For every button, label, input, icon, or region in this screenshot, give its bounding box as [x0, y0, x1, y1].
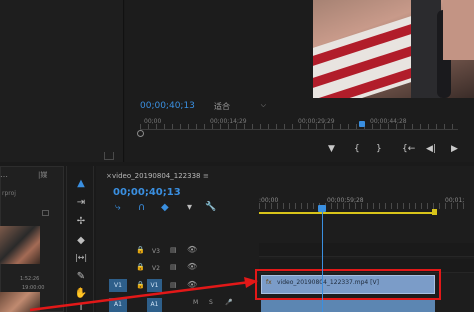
slip-tool-icon[interactable]: |↔| — [74, 253, 88, 262]
audio-clip[interactable] — [261, 298, 435, 312]
timeline-timecode[interactable]: 00;00;40;13 — [113, 187, 181, 198]
close-icon[interactable]: × — [106, 172, 112, 180]
lock-icon[interactable]: 🔒 — [136, 246, 145, 254]
wrench-icon[interactable]: 🔧 — [205, 202, 216, 212]
go-to-in-button[interactable]: {← — [402, 144, 415, 154]
work-area-bar[interactable] — [259, 212, 437, 214]
highlight-box — [255, 269, 441, 300]
timeline-ticks — [259, 203, 469, 209]
ruler-divider — [140, 129, 458, 130]
project-name: rproj — [2, 190, 16, 197]
media-thumbnail[interactable] — [0, 226, 40, 264]
project-tab[interactable]: … — [0, 170, 8, 179]
linked-selection-icon[interactable]: ◆ — [161, 202, 169, 213]
media-browser-tab[interactable]: |媒 — [38, 170, 47, 180]
mark-in-button[interactable]: { — [354, 144, 360, 154]
snap-icon[interactable]: ∩ — [138, 202, 145, 213]
program-timecode[interactable]: 00;00;40;13 — [140, 101, 195, 111]
timeline-playhead[interactable] — [318, 205, 326, 212]
in-point-handle[interactable] — [137, 130, 144, 137]
fit-select-label: 适合 — [214, 102, 230, 111]
ripple-edit-tool-icon[interactable]: ✢ — [74, 216, 88, 227]
work-area-end-handle[interactable] — [432, 209, 437, 215]
add-marker-icon[interactable]: ▾ — [187, 202, 192, 213]
track-lane-v3[interactable] — [259, 243, 474, 257]
eye-icon[interactable]: 👁 — [187, 245, 197, 254]
annotation-arrow — [29, 277, 258, 312]
selection-tool-icon[interactable]: ▲ — [74, 178, 88, 189]
chevron-down-icon: ⌵ — [260, 101, 266, 109]
sequence-tab-title[interactable]: video_20190804_122338 — [112, 172, 200, 180]
nest-toggle-icon[interactable]: ⤷ — [115, 202, 121, 213]
source-monitor-panel — [0, 0, 124, 162]
add-marker-button[interactable]: ▼ — [328, 144, 335, 154]
sync-lock-icon[interactable]: ▤ — [170, 246, 177, 254]
mark-out-button[interactable]: } — [376, 144, 382, 154]
panel-resize-icon[interactable] — [104, 152, 114, 160]
razor-tool-icon[interactable]: ◆ — [74, 235, 88, 246]
step-back-button[interactable]: ◀| — [426, 144, 436, 154]
track-label-v3[interactable]: V3 — [150, 248, 162, 255]
play-button[interactable]: ▶ — [451, 144, 458, 154]
timeline-playhead-line — [322, 212, 323, 312]
panel-menu-icon[interactable]: ≡ — [203, 172, 209, 180]
fit-select[interactable]: 适合 ⌵ — [214, 101, 266, 112]
new-bin-icon[interactable] — [42, 210, 49, 216]
video-preview — [313, 0, 474, 98]
track-select-tool-icon[interactable]: ⇥ — [74, 197, 88, 208]
program-playhead[interactable] — [359, 121, 365, 127]
